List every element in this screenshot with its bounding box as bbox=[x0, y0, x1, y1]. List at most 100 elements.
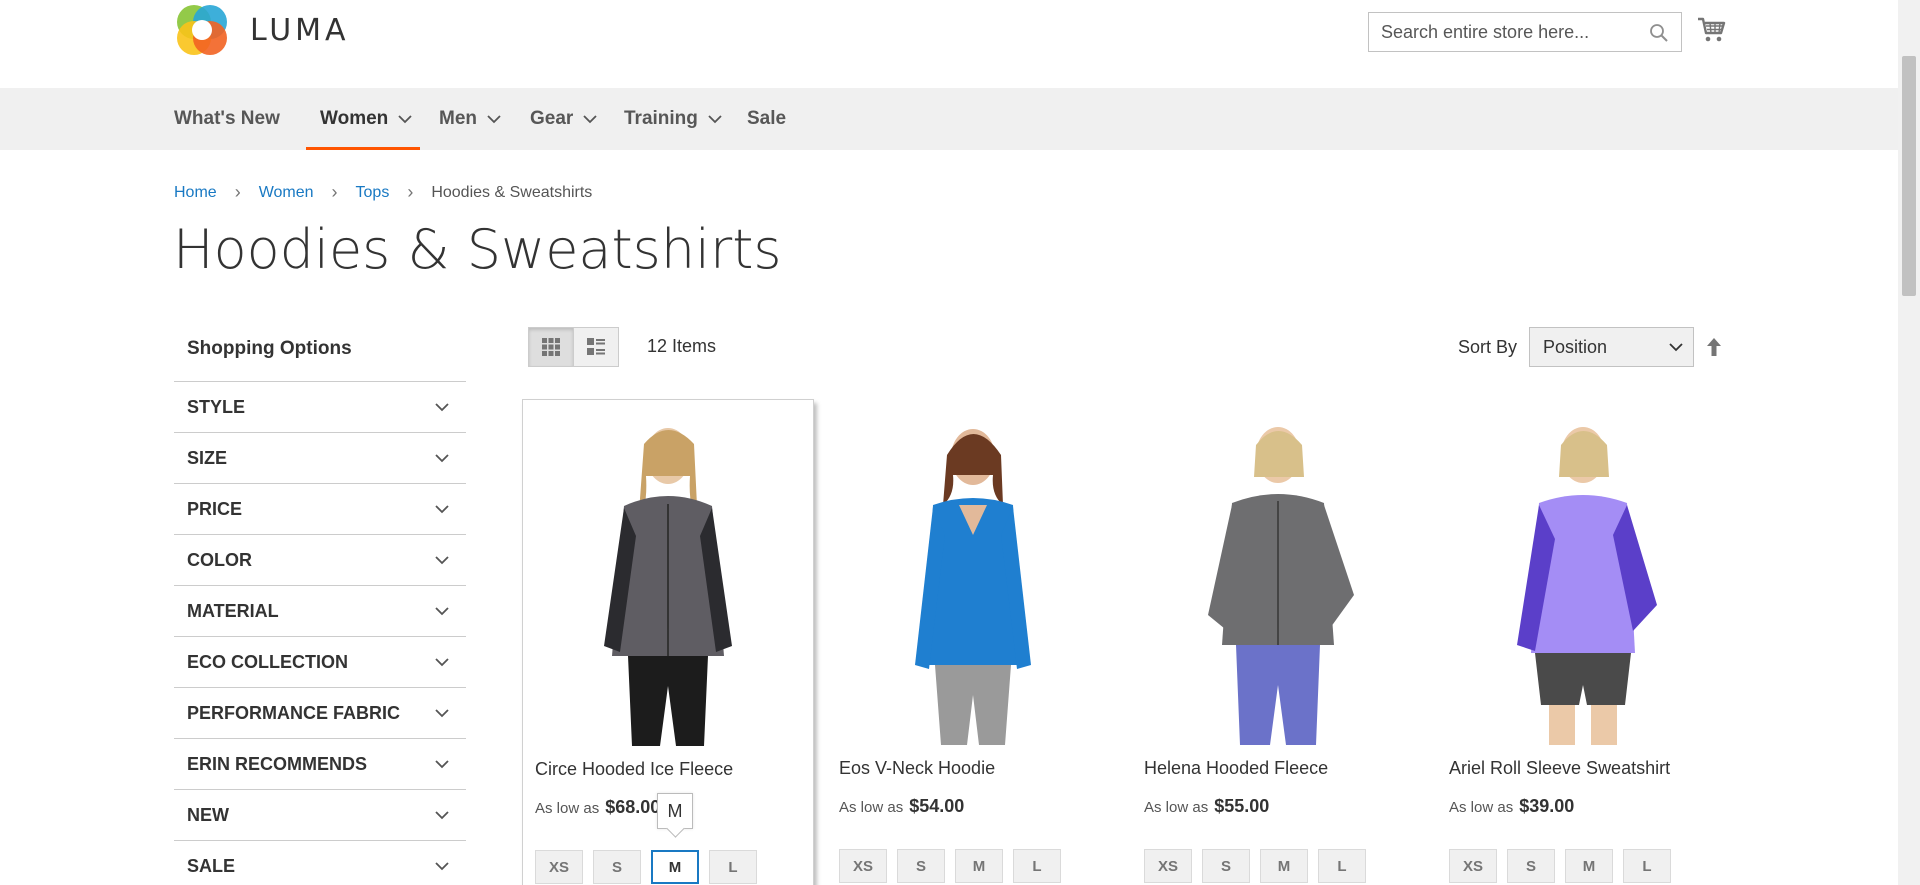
size-swatch-l[interactable]: L bbox=[709, 850, 757, 884]
size-swatch-m[interactable]: M bbox=[1260, 849, 1308, 883]
chevron-down-icon bbox=[435, 658, 449, 667]
product-name[interactable]: Eos V-Neck Hoodie bbox=[839, 758, 995, 779]
filter-erin-recommends[interactable]: ERIN RECOMMENDS bbox=[174, 739, 466, 790]
product-name[interactable]: Helena Hooded Fleece bbox=[1144, 758, 1328, 779]
product-image[interactable] bbox=[1463, 415, 1703, 745]
breadcrumb-separator-icon: › bbox=[407, 182, 414, 202]
product-item[interactable]: Eos V-Neck Hoodie As low as $54.00 XS S … bbox=[827, 399, 1119, 885]
nav-item-label: Men bbox=[439, 108, 477, 129]
sort-by-label: Sort By bbox=[1458, 337, 1518, 357]
size-swatch-s[interactable]: S bbox=[1507, 849, 1555, 883]
size-swatches: XS S M L bbox=[839, 849, 1071, 883]
nav-item-men[interactable]: Men bbox=[439, 88, 501, 150]
page-title: Hoodies & Sweatshirts bbox=[173, 218, 782, 281]
size-swatch-xs[interactable]: XS bbox=[1144, 849, 1192, 883]
chevron-down-icon bbox=[435, 862, 449, 871]
size-swatches: XS S M L bbox=[535, 850, 767, 884]
luma-logo[interactable]: LUMA bbox=[174, 2, 350, 58]
chevron-down-icon bbox=[435, 505, 449, 514]
price-value: $54.00 bbox=[909, 796, 965, 816]
swatch-tooltip: M bbox=[657, 793, 693, 829]
shopping-options-sidebar: Shopping Options STYLE SIZE PRICE COLOR … bbox=[174, 326, 466, 885]
product-image[interactable] bbox=[853, 415, 1093, 745]
filter-label: NEW bbox=[187, 804, 229, 825]
price-label: As low as bbox=[1144, 799, 1209, 816]
nav-item-label: Training bbox=[624, 108, 698, 129]
size-swatch-l[interactable]: L bbox=[1013, 849, 1061, 883]
nav-item-sale[interactable]: Sale bbox=[747, 88, 786, 150]
filter-label: SALE bbox=[187, 855, 236, 876]
search-input[interactable] bbox=[1369, 14, 1639, 50]
grid-view-button[interactable] bbox=[528, 327, 574, 367]
nav-item-label: Sale bbox=[747, 108, 787, 129]
product-name[interactable]: Ariel Roll Sleeve Sweatshirt bbox=[1449, 758, 1670, 779]
nav-item-label: What's New bbox=[174, 108, 280, 129]
nav-item-whats-new[interactable]: What's New bbox=[174, 88, 280, 150]
chevron-down-icon bbox=[435, 760, 449, 769]
sort-ascending-icon[interactable] bbox=[1704, 336, 1724, 358]
cart-icon[interactable] bbox=[1697, 16, 1727, 44]
breadcrumb-separator-icon: › bbox=[234, 182, 241, 202]
list-view-button[interactable] bbox=[573, 327, 619, 367]
list-icon bbox=[587, 338, 605, 355]
items-count: 12 Items bbox=[647, 336, 717, 356]
breadcrumb-women[interactable]: Women bbox=[259, 184, 314, 202]
scrollbar-thumb[interactable] bbox=[1902, 56, 1916, 296]
size-swatch-s[interactable]: S bbox=[897, 849, 945, 883]
product-image[interactable] bbox=[1158, 415, 1398, 745]
breadcrumb-separator-icon: › bbox=[331, 182, 338, 202]
logo-text: LUMA bbox=[250, 12, 350, 48]
breadcrumb-home[interactable]: Home bbox=[174, 184, 217, 202]
size-swatch-xs[interactable]: XS bbox=[839, 849, 887, 883]
chevron-down-icon bbox=[435, 403, 449, 412]
filter-new[interactable]: NEW bbox=[174, 790, 466, 841]
size-swatch-xs[interactable]: XS bbox=[535, 850, 583, 884]
size-swatch-m[interactable]: M bbox=[1565, 849, 1613, 883]
page-scrollbar[interactable] bbox=[1898, 0, 1920, 885]
nav-item-gear[interactable]: Gear bbox=[530, 88, 597, 150]
filter-sale[interactable]: SALE bbox=[174, 841, 466, 885]
product-image[interactable] bbox=[548, 416, 788, 746]
site-header: LUMA bbox=[0, 0, 1898, 88]
filter-label: STYLE bbox=[187, 396, 246, 417]
chevron-down-icon bbox=[398, 115, 412, 124]
size-swatch-xs[interactable]: XS bbox=[1449, 849, 1497, 883]
filter-style[interactable]: STYLE bbox=[174, 382, 466, 433]
search-icon[interactable] bbox=[1649, 23, 1669, 43]
breadcrumb-current: Hoodies & Sweatshirts bbox=[431, 183, 593, 201]
chevron-down-icon bbox=[435, 454, 449, 463]
filter-price[interactable]: PRICE bbox=[174, 484, 466, 535]
filter-eco-collection[interactable]: ECO COLLECTION bbox=[174, 637, 466, 688]
chevron-down-icon bbox=[435, 811, 449, 820]
size-swatch-l[interactable]: L bbox=[1318, 849, 1366, 883]
grid-icon bbox=[542, 338, 560, 356]
chevron-down-icon bbox=[435, 709, 449, 718]
price-value: $55.00 bbox=[1214, 796, 1270, 816]
size-swatch-l[interactable]: L bbox=[1623, 849, 1671, 883]
size-swatch-m[interactable]: M bbox=[955, 849, 1003, 883]
nav-item-women[interactable]: Women bbox=[305, 88, 421, 150]
filter-size[interactable]: SIZE bbox=[174, 433, 466, 484]
breadcrumb-tops[interactable]: Tops bbox=[356, 184, 390, 202]
nav-item-label: Gear bbox=[530, 108, 574, 129]
chevron-down-icon bbox=[1669, 343, 1683, 352]
main-nav: What's New Women Men Gear Training Sale bbox=[0, 88, 1898, 150]
product-name[interactable]: Circe Hooded Ice Fleece bbox=[535, 759, 733, 780]
filter-label: SIZE bbox=[187, 447, 228, 468]
product-item[interactable]: Helena Hooded Fleece As low as $55.00 XS… bbox=[1132, 399, 1424, 885]
filter-material[interactable]: MATERIAL bbox=[174, 586, 466, 637]
filter-label: ERIN RECOMMENDS bbox=[187, 753, 368, 774]
chevron-down-icon bbox=[487, 115, 501, 124]
size-swatch-m[interactable]: M bbox=[651, 850, 699, 884]
product-item[interactable]: Ariel Roll Sleeve Sweatshirt As low as $… bbox=[1437, 399, 1729, 885]
filter-color[interactable]: COLOR bbox=[174, 535, 466, 586]
luma-logo-icon bbox=[177, 5, 227, 55]
price-value: $39.00 bbox=[1519, 796, 1575, 816]
filter-label: COLOR bbox=[187, 549, 252, 570]
nav-item-training[interactable]: Training bbox=[624, 88, 722, 150]
filter-performance-fabric[interactable]: PERFORMANCE FABRIC bbox=[174, 688, 466, 739]
sort-by-select[interactable]: Position bbox=[1529, 327, 1694, 367]
size-swatch-s[interactable]: S bbox=[1202, 849, 1250, 883]
size-swatch-s[interactable]: S bbox=[593, 850, 641, 884]
price-box: As low as $68.00 bbox=[535, 797, 660, 818]
